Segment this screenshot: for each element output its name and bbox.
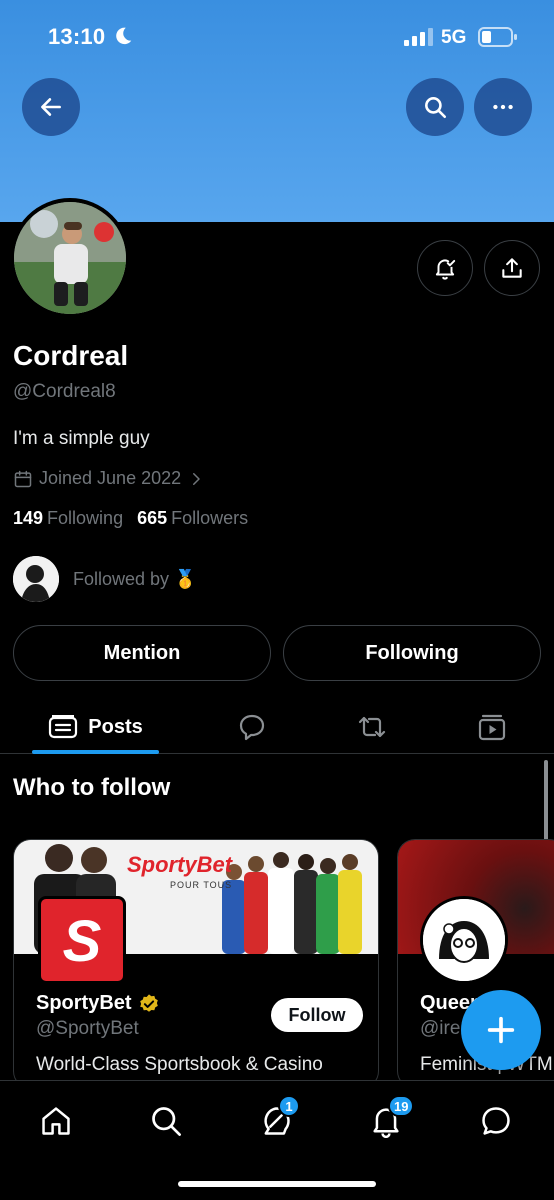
joined-text: Joined June 2022 xyxy=(39,468,182,488)
nav-messages[interactable] xyxy=(476,1101,516,1141)
follower-photo-icon xyxy=(13,556,59,602)
follow-button[interactable]: Follow xyxy=(271,998,363,1032)
video-icon xyxy=(478,714,506,741)
suggestion-name: SportyBet xyxy=(36,992,132,1014)
tab-media[interactable] xyxy=(470,700,514,754)
search-icon xyxy=(425,97,447,119)
back-button[interactable] xyxy=(22,78,80,136)
sportybet-logo: S xyxy=(38,896,126,984)
profile-handle: @Cordreal8 xyxy=(13,381,116,402)
sportybet-name-row: SportyBet xyxy=(36,992,160,1015)
moon-icon xyxy=(116,27,132,45)
follow-stats: 149 Following 665 Followers xyxy=(13,508,248,529)
sportybet-s-icon: S xyxy=(63,909,102,974)
bell-check-icon xyxy=(435,259,456,280)
mention-button[interactable]: Mention xyxy=(13,625,271,681)
more-options-button[interactable] xyxy=(474,78,532,136)
suggestion-bio: World-Class Sportsbook & Casino xyxy=(36,1054,323,1075)
banner-brand-text: SportyBet xyxy=(127,852,233,877)
notifications-badge: 19 xyxy=(388,1095,415,1117)
nav-spaces[interactable]: 1 xyxy=(256,1095,300,1141)
tab-replies[interactable] xyxy=(230,700,274,754)
signal-icon xyxy=(404,28,433,46)
queen-illustration-icon xyxy=(423,899,505,981)
tab-posts[interactable]: Posts xyxy=(32,700,159,754)
plus-icon xyxy=(487,1016,515,1044)
verified-badge-icon xyxy=(139,993,158,1012)
search-button[interactable] xyxy=(406,78,464,136)
status-time: 13:10 xyxy=(48,24,106,49)
avatar-photo xyxy=(14,202,126,314)
nav-notifications[interactable]: 19 xyxy=(366,1095,415,1141)
search-icon xyxy=(152,1107,181,1136)
notify-button[interactable] xyxy=(417,240,473,296)
tab-reposts[interactable] xyxy=(350,700,394,754)
home-icon xyxy=(42,1107,70,1135)
more-horizontal-icon xyxy=(493,104,513,110)
following-count: 149 xyxy=(13,508,44,528)
followers-stat[interactable]: 665 Followers xyxy=(137,508,248,529)
posts-icon xyxy=(49,715,78,739)
joined-date-row[interactable]: Joined June 2022 xyxy=(13,468,205,489)
home-indicator xyxy=(178,1181,376,1187)
player-photo-icon xyxy=(14,202,126,314)
nav-home[interactable] xyxy=(36,1101,76,1141)
repost-icon xyxy=(358,716,386,738)
chat-icon xyxy=(482,1107,510,1135)
share-button[interactable] xyxy=(484,240,540,296)
queen-avatar xyxy=(420,896,508,984)
reply-icon xyxy=(239,714,265,741)
profile-tabs: Posts xyxy=(0,700,554,754)
profile-bio: I'm a simple guy xyxy=(13,428,150,449)
following-stat[interactable]: 149 Following xyxy=(13,508,123,529)
active-tab-indicator xyxy=(32,750,159,754)
profile-name: Cordreal xyxy=(13,340,129,371)
follower-avatar xyxy=(13,556,59,602)
bottom-navigation: 1 19 xyxy=(0,1080,554,1200)
compose-button[interactable] xyxy=(461,990,541,1070)
calendar-icon xyxy=(14,470,32,487)
battery-icon xyxy=(478,27,517,47)
following-button[interactable]: Following xyxy=(283,625,541,681)
suggestion-handle: @ire xyxy=(420,1018,461,1039)
nav-search[interactable] xyxy=(146,1101,186,1141)
followed-by-text: Followed by 🥇 xyxy=(73,568,197,589)
who-to-follow-heading: Who to follow xyxy=(13,774,171,801)
followers-count: 665 xyxy=(137,508,168,528)
messages-badge: 1 xyxy=(278,1095,300,1117)
suggestion-handle: @SportyBet xyxy=(36,1018,139,1039)
network-type: 5G xyxy=(441,27,467,48)
profile-avatar[interactable] xyxy=(10,198,130,318)
following-label: Following xyxy=(47,508,124,528)
tab-posts-label: Posts xyxy=(88,715,143,738)
suggestion-card-sportybet[interactable]: SportyBet POUR TOUS S SportyBet @SportyB… xyxy=(13,839,379,1089)
arrow-left-icon xyxy=(41,98,61,116)
followers-label: Followers xyxy=(171,508,249,528)
followed-by-row[interactable]: Followed by 🥇 xyxy=(13,556,196,602)
chevron-right-icon xyxy=(193,472,200,485)
svg-text:S: S xyxy=(63,909,102,974)
banner-tagline-text: POUR TOUS xyxy=(170,880,233,890)
share-icon xyxy=(502,258,522,278)
status-bar: 13:10 5G xyxy=(0,20,554,54)
